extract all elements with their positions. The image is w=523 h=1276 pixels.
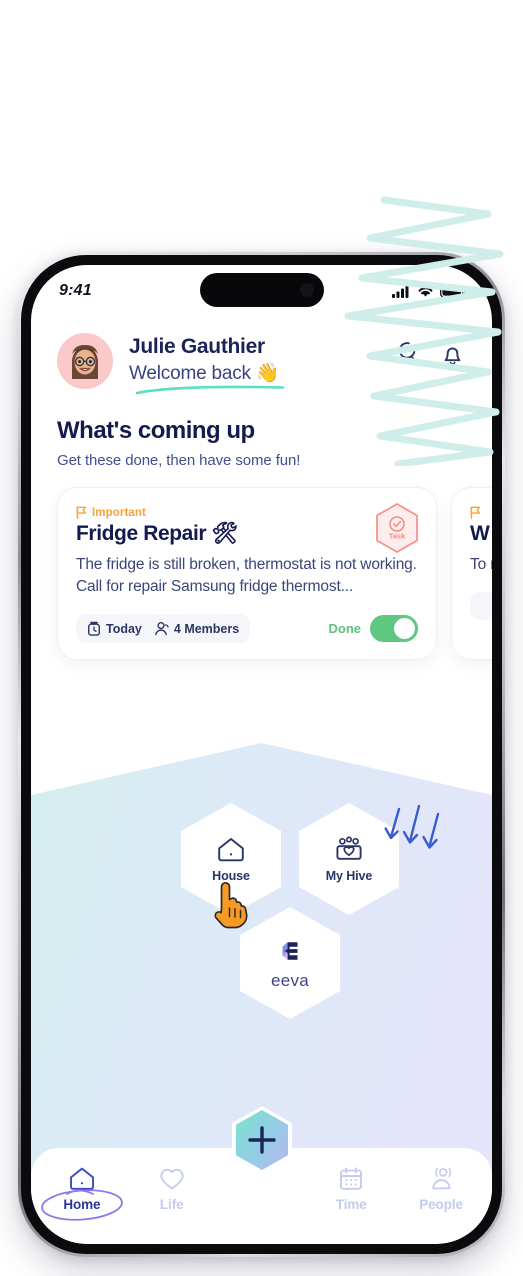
header-actions [396,333,466,368]
nav-label-home: Home [63,1197,101,1212]
house-icon [218,837,244,861]
add-button[interactable] [226,1102,298,1182]
task-due-chip [481,599,488,613]
header-text-block: Julie Gauthier Welcome back 👋 [129,333,285,395]
members-icon [154,621,169,636]
pointing-hand-cursor [214,881,248,929]
search-icon[interactable] [396,341,423,368]
nav-item-home[interactable]: Home [37,1166,127,1221]
people-icon [432,1167,452,1190]
nav-item-time[interactable]: Time [306,1166,396,1212]
priority-flag: Important [76,506,418,519]
task-done-toggle-group[interactable]: Done [328,615,418,642]
timer-icon [88,621,101,636]
hex-tile-label: eeva [270,970,310,990]
task-members-label: 4 Members [173,621,240,636]
nav-item-people[interactable]: People [396,1166,486,1212]
calendar-icon [340,1167,363,1190]
task-card-next-peek[interactable]: W To m gi [451,487,492,660]
user-name: Julie Gauthier [129,335,265,358]
nav-item-life[interactable]: Life [127,1166,217,1212]
canvas: 9:41 Julie Gauthier Welcome back 👋 What'… [0,0,523,1276]
cellular-signal-icon [392,284,409,298]
notification-bell-icon[interactable] [439,341,466,368]
task-title: Fridge Repair 🛠 [76,522,238,545]
task-card-carousel[interactable]: Important Fridge Repair 🛠 The fridge is … [31,487,492,660]
page-subtitle: Get these done, then have some fun! [57,452,301,469]
nav-label-life: Life [159,1197,184,1212]
wifi-icon [418,286,433,297]
status-icons-group [392,284,466,298]
flag-icon [470,506,481,519]
welcome-message: Welcome back 👋 [129,363,280,384]
family-group-icon [336,836,362,860]
nav-label-time: Time [335,1197,367,1212]
task-due-chip: Today [87,621,142,636]
nav-label-people: People [419,1197,463,1212]
app-header: Julie Gauthier Welcome back 👋 [31,311,492,395]
task-meta-chips: Today 4 Members [76,614,251,643]
heart-icon [160,1168,184,1190]
status-time: 9:41 [59,282,92,299]
toggle-knob [394,618,415,639]
task-card[interactable]: Important Fridge Repair 🛠 The fridge is … [57,487,437,660]
task-description: To m gi [470,556,492,573]
avatar[interactable] [57,333,113,389]
eeva-logo-icon [282,941,298,960]
front-camera-icon [299,283,314,297]
task-meta-chips [470,592,492,620]
task-type-badge: Task [376,503,418,553]
home-icon [69,1167,94,1190]
task-title: W [470,522,490,545]
battery-icon [440,284,466,298]
section-heading-block: What's coming up Get these done, then ha… [31,389,492,469]
down-arrows-annotation [384,804,440,849]
phone-screen: 9:41 Julie Gauthier Welcome back 👋 What'… [31,265,492,1244]
priority-flag-label: Important [92,506,146,519]
hex-shortcut-grid: House My Hive eeva [31,795,492,1085]
flag-icon [76,506,87,519]
task-card-footer: Today 4 Members Done [76,614,418,643]
hex-tile-eeva[interactable]: eeva [240,907,340,1019]
phone-device-frame: 9:41 Julie Gauthier Welcome back 👋 What'… [18,252,505,1257]
task-description: The fridge is still broken, thermostat i… [76,556,417,595]
task-card-footer [470,592,492,620]
page-title: What's coming up [57,417,255,444]
task-members-chip: 4 Members [154,621,239,636]
dynamic-island [199,273,324,307]
task-done-label: Done [328,621,362,636]
avatar-memoji-icon [57,333,113,389]
task-done-toggle[interactable] [370,615,418,642]
task-due-label: Today [106,621,142,636]
hex-tile-label: My Hive [325,868,373,883]
task-badge-label: Task [389,532,406,541]
hex-tile-content: eeva [240,907,340,1019]
priority-flag [470,506,492,519]
phone-bezel: 9:41 Julie Gauthier Welcome back 👋 What'… [21,255,502,1254]
